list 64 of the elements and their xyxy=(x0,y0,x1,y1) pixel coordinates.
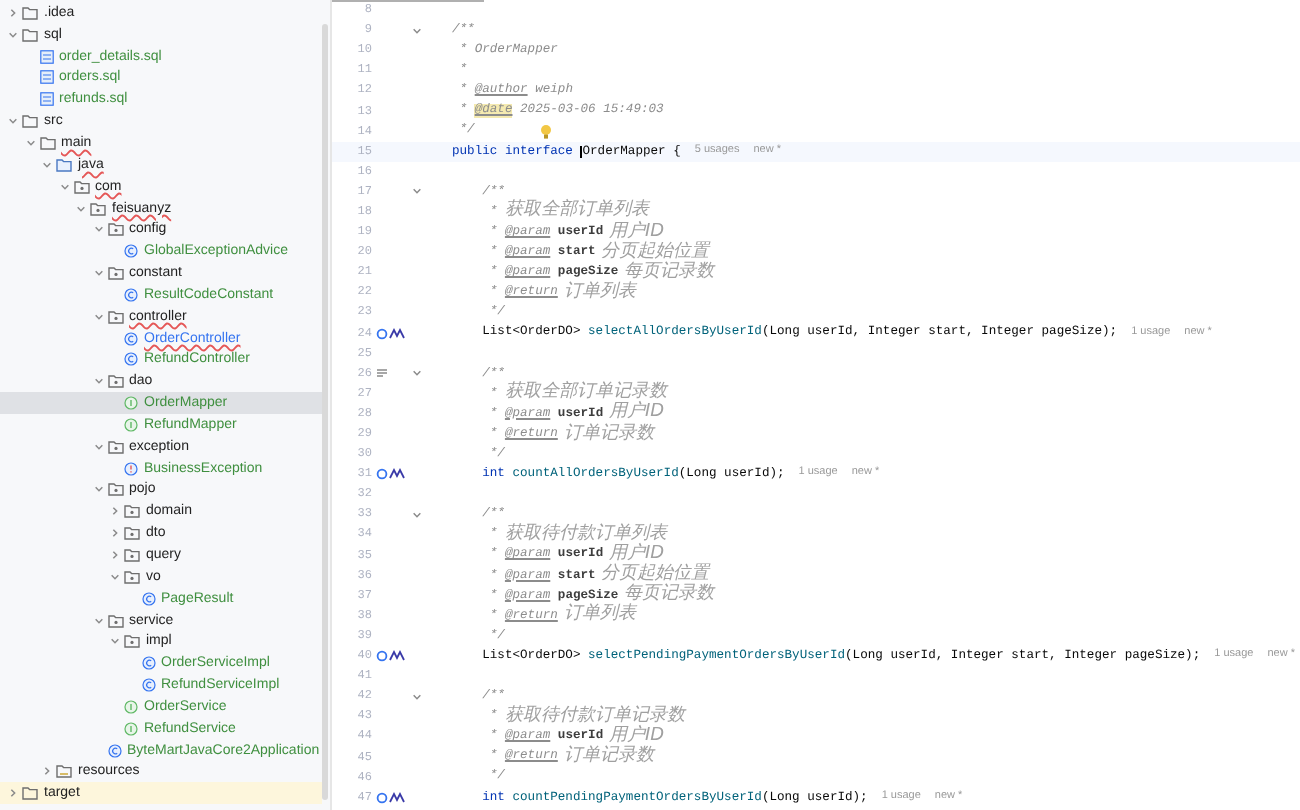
chevron-right-icon[interactable] xyxy=(110,550,120,561)
chevron-down-icon[interactable] xyxy=(59,181,69,192)
exception-class-icon xyxy=(124,461,138,476)
reader-mode-icon[interactable] xyxy=(376,368,388,379)
folder-icon xyxy=(107,309,123,324)
interface-icon xyxy=(124,721,138,736)
chevron-down-icon[interactable] xyxy=(412,509,422,520)
chevron-down-icon[interactable] xyxy=(93,268,103,279)
class-icon xyxy=(124,352,138,367)
folder-icon xyxy=(22,786,38,801)
interface-icon xyxy=(124,396,138,411)
chevron-down-icon[interactable] xyxy=(412,691,422,702)
folder-icon xyxy=(90,201,106,216)
folder-icon xyxy=(124,634,140,649)
chevron-down-icon[interactable] xyxy=(93,484,103,495)
database-file-icon xyxy=(39,49,53,64)
chevron-right-icon[interactable] xyxy=(8,7,18,18)
class-icon xyxy=(124,244,138,259)
folder-icon xyxy=(73,179,89,194)
class-icon xyxy=(141,656,155,671)
chevron-down-icon[interactable] xyxy=(412,25,422,36)
chevron-down-icon[interactable] xyxy=(93,615,103,626)
implementation-gutter-icon[interactable] xyxy=(376,468,406,481)
implementation-gutter-icon[interactable] xyxy=(376,650,406,663)
interface-icon xyxy=(124,417,138,432)
database-file-icon xyxy=(39,70,53,85)
folder-icon xyxy=(124,526,140,541)
chevron-down-icon[interactable] xyxy=(25,137,35,148)
folder-icon xyxy=(107,482,123,497)
chevron-down-icon[interactable] xyxy=(93,224,103,235)
implementation-gutter-icon[interactable] xyxy=(376,791,406,804)
folder-icon xyxy=(124,504,140,519)
class-icon xyxy=(124,287,138,302)
chevron-down-icon[interactable] xyxy=(110,571,120,582)
chevron-down-icon[interactable] xyxy=(412,186,422,197)
chevron-down-icon[interactable] xyxy=(76,203,86,214)
class-icon xyxy=(141,678,155,693)
folder-icon xyxy=(124,569,140,584)
chevron-down-icon[interactable] xyxy=(8,116,18,127)
chevron-down-icon[interactable] xyxy=(93,376,103,387)
database-file-icon xyxy=(39,92,53,107)
lightbulb-icon[interactable] xyxy=(540,123,553,140)
class-icon xyxy=(141,591,155,606)
folder-icon xyxy=(107,266,123,281)
folder-icon xyxy=(107,222,123,237)
chevron-right-icon[interactable] xyxy=(8,788,18,799)
chevron-down-icon[interactable] xyxy=(412,368,422,379)
class-icon xyxy=(124,331,138,346)
chevron-down-icon[interactable] xyxy=(42,159,52,170)
chevron-down-icon[interactable] xyxy=(8,29,18,40)
folder-icon xyxy=(107,439,123,454)
folder-icon xyxy=(107,374,123,389)
application-class-icon xyxy=(107,743,121,758)
chevron-right-icon[interactable] xyxy=(42,766,52,777)
folder-icon xyxy=(56,764,72,779)
chevron-down-icon[interactable] xyxy=(110,636,120,647)
chevron-right-icon[interactable] xyxy=(110,528,120,539)
implementation-gutter-icon[interactable] xyxy=(376,327,406,340)
chevron-down-icon[interactable] xyxy=(93,441,103,452)
chevron-right-icon[interactable] xyxy=(110,506,120,517)
chevron-down-icon[interactable] xyxy=(93,311,103,322)
interface-icon xyxy=(124,699,138,714)
folder-icon xyxy=(124,548,140,563)
folder-icon xyxy=(107,613,123,628)
